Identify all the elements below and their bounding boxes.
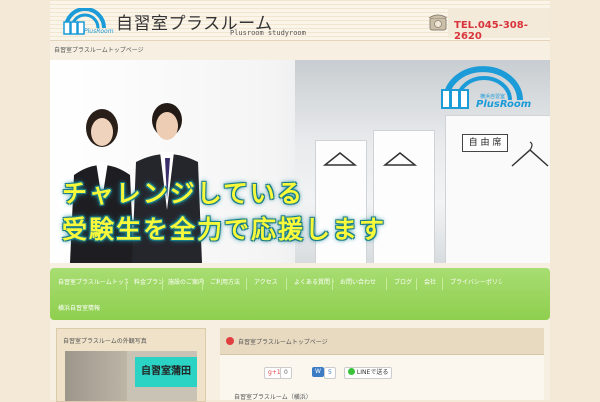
nav-item-contact[interactable]: お問い合わせ xyxy=(336,276,386,290)
nav-separator xyxy=(286,278,287,290)
nav-item-howto[interactable]: ご利用方法 xyxy=(206,276,248,290)
sidebar-title: 自習室プラスルームの外観写真 xyxy=(63,338,147,345)
seat-sign: 自 由 席 xyxy=(462,134,508,152)
post-title: 自習室プラスルームトップページ xyxy=(238,339,328,346)
post-header: 自習室プラスルームトップページ xyxy=(220,328,544,355)
hatena-button[interactable]: W xyxy=(312,367,324,377)
hanger-icon xyxy=(322,152,418,166)
nav-item-price[interactable]: 料金プラン xyxy=(130,276,166,290)
exterior-sign: 自習室蒲田 xyxy=(135,357,197,387)
sidebar-widget: 自習室プラスルームの外観写真 自習室蒲田 xyxy=(56,328,206,402)
bullet-icon xyxy=(226,337,234,345)
logo-text: PlusRoom xyxy=(84,28,114,35)
tel-number[interactable]: TEL.045-308-2620 xyxy=(454,20,550,42)
nav-separator xyxy=(202,278,203,290)
phone-icon xyxy=(428,14,448,31)
nav-separator xyxy=(126,278,127,290)
nav-item-privacy[interactable]: プライバシーポリシー xyxy=(446,276,502,290)
line-label: LINEで送る xyxy=(356,369,389,376)
hatena-count: 5 xyxy=(324,367,336,379)
hero-banner: チャレンジしている 受験生を全力で応援します 自 由 席 横浜自習室 PlusR… xyxy=(50,60,550,263)
nav-separator xyxy=(416,278,417,290)
nav-item-top[interactable]: 自習室プラスルームトップページ xyxy=(54,276,128,290)
global-nav: 自習室プラスルームトップページ 料金プラン 施設のご案内 ご利用方法 アクセス … xyxy=(50,268,550,320)
building-photo xyxy=(65,351,127,401)
nav-item-info[interactable]: 横浜自習室情報 xyxy=(54,302,118,316)
site-header: PlusRoom 自習室プラスルーム Plusroom studyroom TE… xyxy=(50,0,550,42)
exterior-photo[interactable]: 自習室蒲田 xyxy=(65,351,197,401)
hero-headline-1: チャレンジしている xyxy=(62,179,305,208)
nav-separator xyxy=(162,278,163,290)
hero-logo-text: PlusRoom xyxy=(476,99,532,110)
nav-separator xyxy=(442,278,443,290)
nav-separator xyxy=(332,278,333,290)
nav-separator xyxy=(246,278,247,290)
nav-item-facility[interactable]: 施設のご案内 xyxy=(164,276,206,290)
breadcrumb[interactable]: 自習室プラスルームトップページ xyxy=(54,45,144,54)
gplus-count: 0 xyxy=(280,367,292,379)
nav-item-access[interactable]: アクセス xyxy=(250,276,286,290)
hero-headline-2: 受験生を全力で応援します xyxy=(62,215,387,244)
main-content: 自習室プラスルームトップページ g+1 0 W 5 LINEで送る 自習室プラス… xyxy=(220,328,544,401)
hanger-icon xyxy=(511,141,549,167)
site-subtitle: Plusroom studyroom xyxy=(230,29,306,37)
nav-item-faq[interactable]: よくある質問・Q&A xyxy=(290,276,336,290)
line-button[interactable]: LINEで送る xyxy=(344,367,393,379)
nav-separator xyxy=(386,278,387,290)
page-wrapper: PlusRoom 自習室プラスルーム Plusroom studyroom TE… xyxy=(50,0,550,402)
line-icon xyxy=(348,368,355,375)
